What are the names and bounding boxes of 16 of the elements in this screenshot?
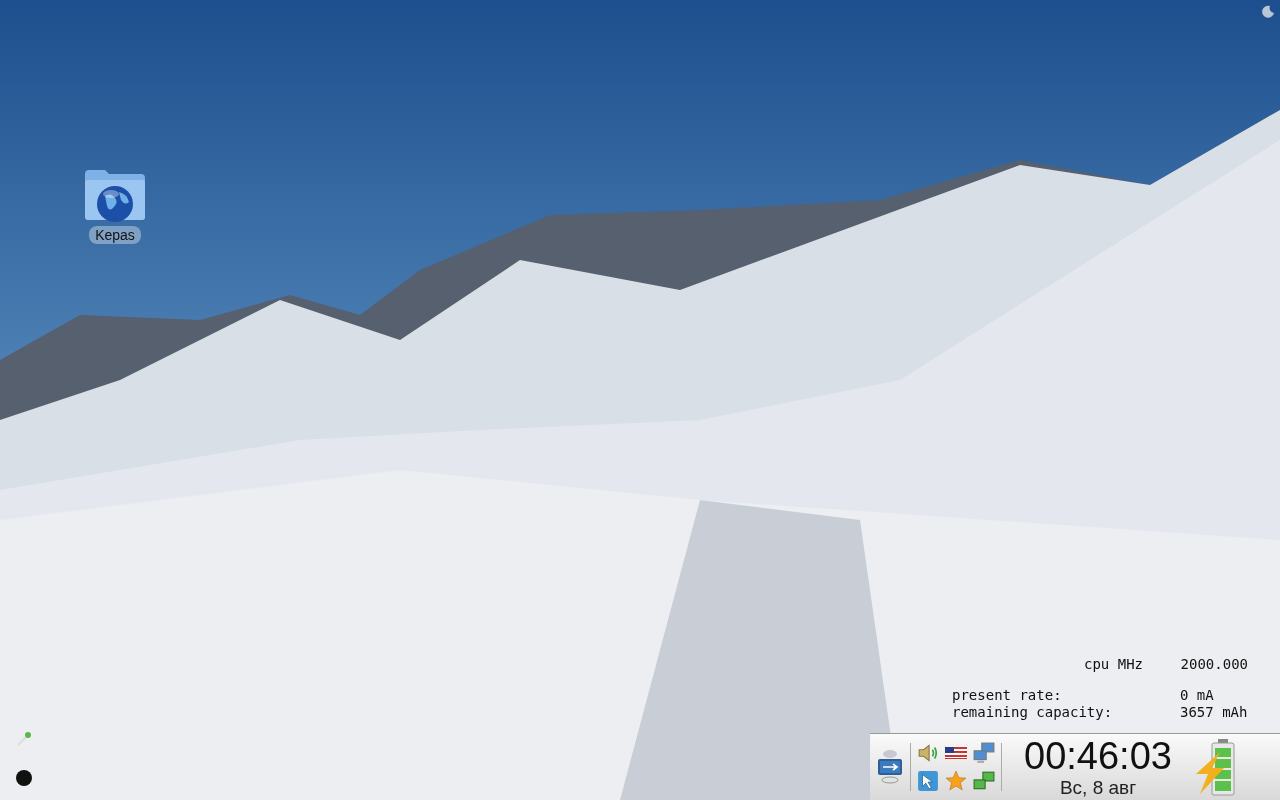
- cursor-icon[interactable]: [917, 770, 939, 792]
- battery-stat-value: 0 mA: [1180, 687, 1215, 704]
- usb-device-icon[interactable]: [876, 749, 904, 785]
- network-transfer-icon[interactable]: [973, 770, 995, 792]
- battery-stat-value: 3657 mAh: [1180, 704, 1249, 721]
- cpu-value: 2000.000: [1180, 656, 1248, 673]
- desktop-icon-label[interactable]: Kepas: [89, 226, 141, 244]
- speaker-icon[interactable]: [917, 742, 939, 764]
- crescent-moon-icon[interactable]: [1261, 4, 1275, 18]
- clock-date[interactable]: Вс, 8 авг: [1059, 777, 1137, 799]
- network-computers-icon[interactable]: [973, 742, 995, 764]
- battery-stat-label: present rate:: [952, 687, 1062, 704]
- cpu-label: cpu MHz: [1084, 656, 1143, 673]
- battery-stat-label: remaining capacity:: [952, 704, 1113, 721]
- clock-time[interactable]: 00:46:03: [1024, 735, 1172, 777]
- star-icon[interactable]: [945, 770, 967, 792]
